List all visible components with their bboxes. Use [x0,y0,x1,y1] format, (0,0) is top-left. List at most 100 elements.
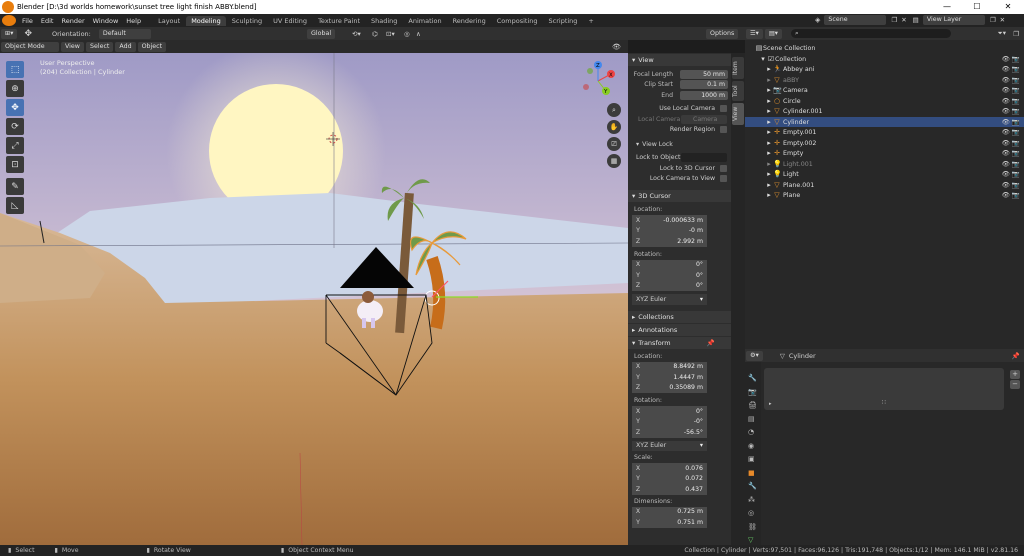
particles-properties-icon[interactable]: ⁂ [748,494,758,508]
tab-tool[interactable]: Tool [732,81,744,101]
constraints-properties-icon[interactable]: ⛓ [748,521,758,535]
outliner-item[interactable]: ▸ ▽ Plane.001 👁 📷 [745,180,1024,191]
select-box-tool[interactable]: ⬚ [6,61,24,78]
tab-rendering[interactable]: Rendering [448,16,491,26]
proportional-edit-icon[interactable]: ◎ [404,30,410,38]
focal-length-field[interactable]: 50 mm [680,69,728,79]
scene-selector[interactable]: Scene [824,15,887,25]
object-menu[interactable]: Object [137,41,167,52]
remove-slot-button[interactable]: − [1010,380,1020,389]
lock-to-object-field[interactable] [681,153,727,163]
outliner-item[interactable]: ▸ ✛ Empty.002 👁 📷 [745,138,1024,149]
rotation-z-field[interactable]: Z -56.5° [632,427,707,438]
visibility-render-icon[interactable]: 👁 📷 [1002,138,1020,149]
output-properties-icon[interactable]: 🖨 [748,399,758,413]
visibility-render-icon[interactable]: 👁 📷 [1002,148,1020,159]
collection-checkbox-icon[interactable]: ☑ [767,54,775,65]
visibility-render-icon[interactable]: 👁 📷 [1002,180,1020,191]
lock-camera-checkbox[interactable] [720,175,727,183]
editor-type-button[interactable]: ⊞▾ [1,28,18,39]
outliner-item[interactable]: ▸ ▽ Plane 👁 📷 [745,190,1024,201]
visibility-render-icon[interactable]: 👁 📷 [1002,127,1020,138]
add-menu[interactable]: Add [115,41,136,52]
expand-arrow-icon[interactable]: ▸ [765,169,773,180]
collection-visibility-icon[interactable]: 👁 📷 [1002,54,1020,65]
visibility-render-icon[interactable]: 👁 📷 [1002,96,1020,107]
annotations-panel-header[interactable]: ▸ Annotations [628,323,731,336]
scene-properties-icon[interactable]: ◔ [748,426,758,440]
view-lock-title[interactable]: View Lock [642,141,673,148]
expand-arrow-icon[interactable]: ▸ [765,85,773,96]
collection-properties-icon[interactable]: ▣ [748,453,758,467]
visibility-render-icon[interactable]: 👁 📷 [1002,64,1020,75]
select-menu[interactable]: Select [85,41,114,52]
expand-icon[interactable]: ▸ [769,401,772,407]
expand-arrow-icon[interactable]: ▸ [765,106,773,117]
object-properties-icon[interactable]: ■ [748,467,758,481]
tool-properties-icon[interactable]: 🔧 [748,372,758,386]
cursor-rot-x-field[interactable]: X 0° [632,259,707,270]
clip-start-field[interactable]: 0.1 m [680,80,728,90]
tab-shading[interactable]: Shading [366,16,402,26]
menu-window[interactable]: Window [89,17,123,25]
snap-icon[interactable]: ⌬ [372,30,378,38]
view-layer-properties-icon[interactable]: ▤ [748,413,758,427]
outliner-scene-collection[interactable]: ▤Scene Collection [745,43,1024,54]
expand-arrow-icon[interactable]: ▸ [765,180,773,191]
tab-compositing[interactable]: Compositing [492,16,543,26]
rotation-y-field[interactable]: Y -0° [632,416,707,427]
properties-editor-type-button[interactable]: ⚙▾ [746,350,763,361]
menu-file[interactable]: File [18,17,37,25]
blender-menu-icon[interactable] [2,15,16,26]
render-properties-icon[interactable]: 📷 [748,386,758,400]
copy-scene-icon[interactable]: ❐ [891,16,897,24]
cursor-rotation-mode-dropdown[interactable]: XYZ Euler ▾ [632,294,707,305]
expand-arrow-icon[interactable]: ▸ [765,75,773,86]
zoom-icon[interactable]: ⌕ [607,103,621,117]
visibility-render-icon[interactable]: 👁 📷 [1002,106,1020,117]
physics-properties-icon[interactable]: ◎ [748,507,758,521]
maximize-button[interactable]: ☐ [962,0,992,14]
tab-modeling[interactable]: Modeling [186,15,226,26]
outliner-item[interactable]: ▸ 🏃Abbey ani 👁 📷 [745,64,1024,75]
local-camera-field[interactable]: Camera [681,114,727,124]
expand-arrow-icon[interactable]: ▸ [765,159,773,170]
view-menu[interactable]: View [61,41,84,52]
add-workspace-button[interactable]: + [583,16,598,26]
world-properties-icon[interactable]: ◉ [748,440,758,454]
expand-arrow-icon[interactable]: ▸ [765,64,773,75]
scale-x-field[interactable]: X 0.076 [632,463,707,474]
modifier-properties-icon[interactable]: 🔧 [748,480,758,494]
rotation-mode-dropdown[interactable]: XYZ Euler ▾ [632,440,707,451]
tab-animation[interactable]: Animation [403,16,446,26]
outliner-item[interactable]: ▸ ✛ Empty.001 👁 📷 [745,127,1024,138]
tab-scripting[interactable]: Scripting [544,16,583,26]
cursor-rot-z-field[interactable]: Z 0° [632,280,707,291]
snap-target-icon[interactable]: ⊡▾ [386,30,395,38]
tab-item[interactable]: Item [732,57,744,79]
outliner-item[interactable]: ▸ 📷Camera 👁 📷 [745,85,1024,96]
ortho-grid-icon[interactable]: ▦ [607,154,621,168]
3d-viewport[interactable]: User Perspective (204) Collection | Cyli… [0,53,628,545]
display-mode-button[interactable]: ▤▾ [764,28,782,39]
expand-arrow-icon[interactable]: ▸ [765,127,773,138]
scale-z-field[interactable]: Z 0.437 [632,484,707,495]
dimensions-x-field[interactable]: X 0.725 m [632,506,707,517]
outliner-item[interactable]: ▸ ✛ Empty 👁 📷 [745,148,1024,159]
location-y-field[interactable]: Y 1.4447 m [632,372,707,383]
transform-tool[interactable]: ⊡ [6,156,24,173]
orientation-dropdown[interactable]: Default [98,28,151,39]
visibility-render-icon[interactable]: 👁 📷 [1002,117,1020,128]
lock-to-cursor-checkbox[interactable] [720,164,727,172]
dimensions-y-field[interactable]: Y 0.751 m [632,517,707,528]
mode-dropdown[interactable]: Object Mode [1,41,59,52]
outliner-item[interactable]: ▸ 💡Light.001 👁 📷 [745,159,1024,170]
copy-view-layer-icon[interactable]: ❐ [990,16,996,24]
expand-arrow-icon[interactable]: ▸ [765,138,773,149]
location-x-field[interactable]: X 8.8492 m [632,361,707,372]
expand-arrow-icon[interactable]: ▸ [765,148,773,159]
add-slot-button[interactable]: + [1010,370,1020,379]
visibility-render-icon[interactable]: 👁 📷 [1002,159,1020,170]
outliner-item[interactable]: ▸ ▽ Cylinder.001 👁 📷 [745,106,1024,117]
close-button[interactable]: ✕ [993,0,1023,14]
